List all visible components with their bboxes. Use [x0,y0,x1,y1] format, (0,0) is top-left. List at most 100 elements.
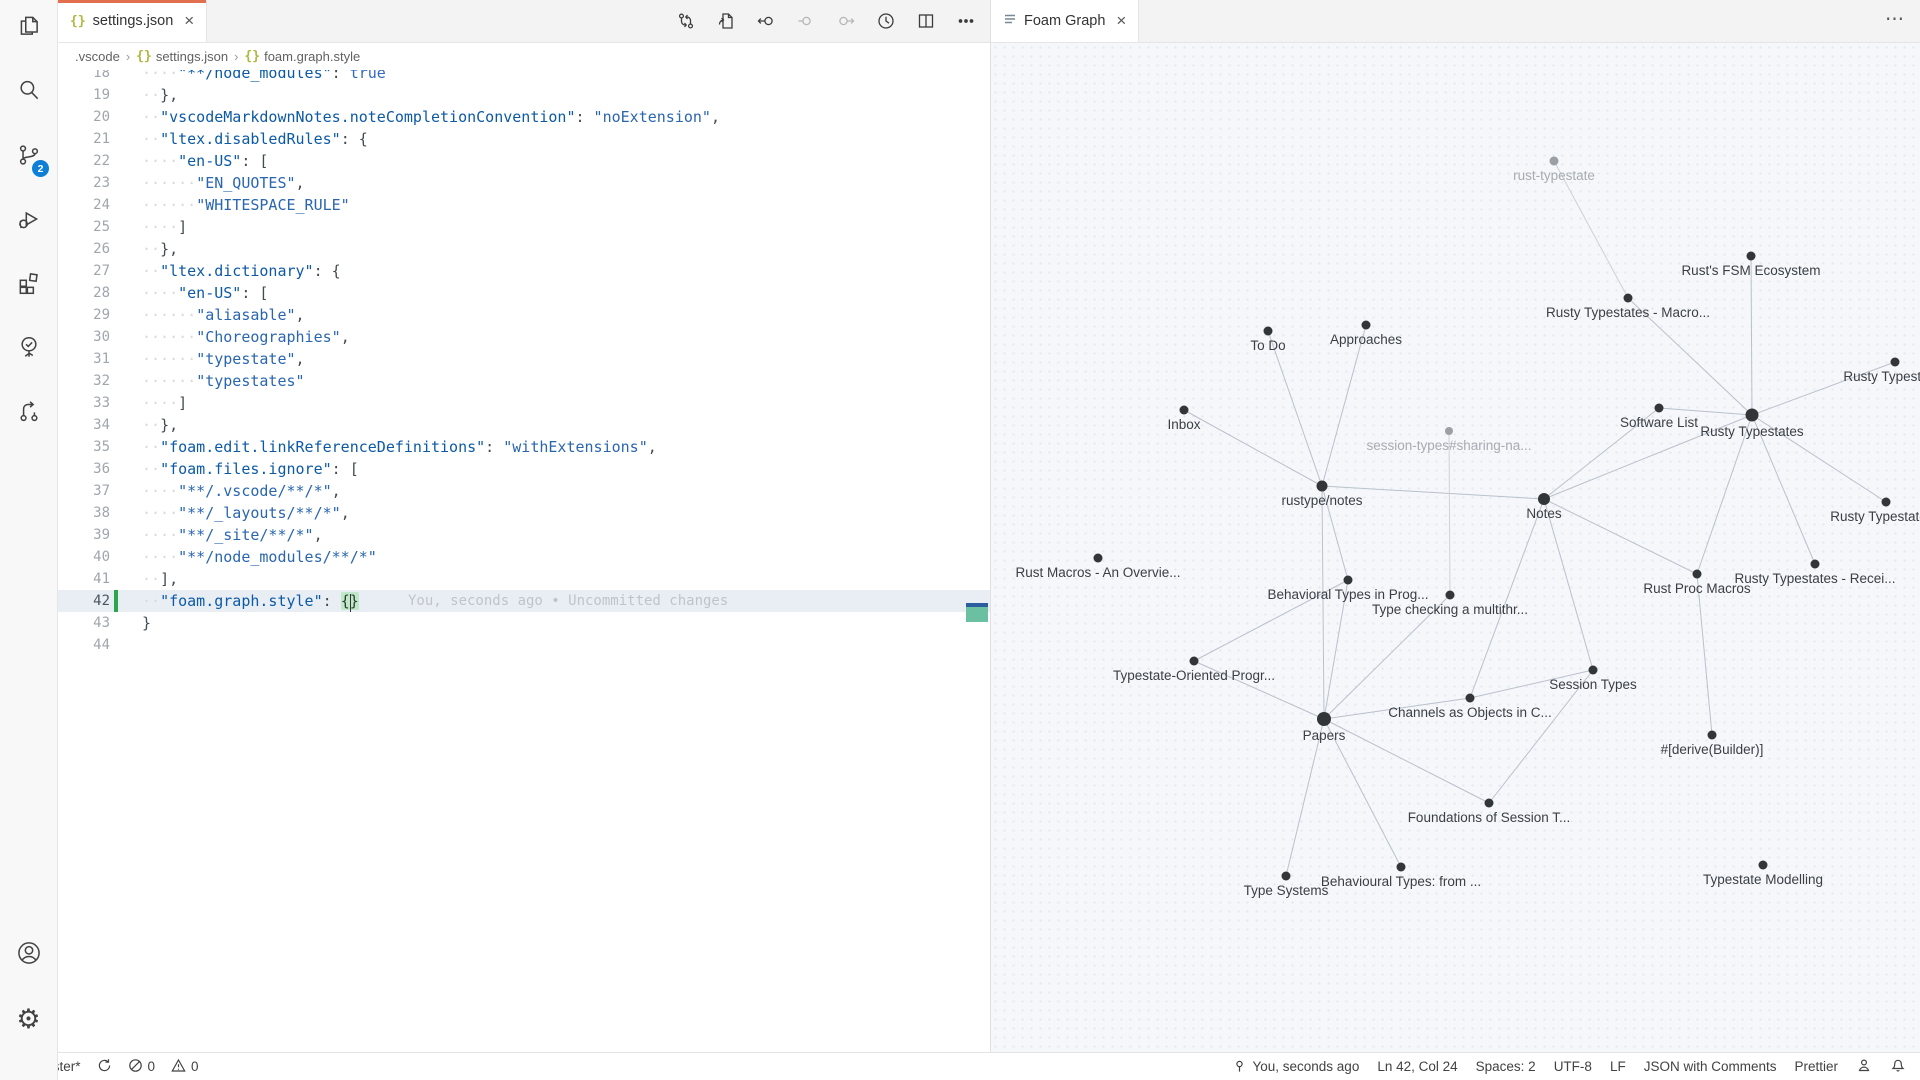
graph-node-hub[interactable] [1746,409,1759,422]
more-actions-button[interactable] [956,11,976,31]
activity-account-button[interactable] [0,929,57,981]
code-line[interactable]: 29······"aliasable", [58,304,990,326]
graph-node-tc[interactable] [1446,591,1455,600]
code-line[interactable]: 27··"ltex.dictionary": { [58,260,990,282]
status-problems-warnings[interactable]: 0 [171,1058,199,1076]
timeline-button[interactable] [876,11,896,31]
graph-node-rt[interactable] [1550,157,1559,166]
status-cursor-position[interactable]: Ln 42, Col 24 [1377,1059,1457,1074]
graph-node-appr[interactable] [1362,321,1371,330]
graph-node-tm[interactable] [1759,861,1768,870]
code-line[interactable]: 31······"typestate", [58,348,990,370]
code-line[interactable]: 38····"**/_layouts/**/*", [58,502,990,524]
activity-search-button[interactable] [0,66,57,118]
graph-node-rn[interactable] [1317,481,1328,492]
graph-canvas[interactable]: rust-typestateRust's FSM EcosystemRusty … [991,43,1920,1052]
graph-node-der[interactable] [1708,731,1717,740]
graph-node-fsm[interactable] [1747,252,1756,261]
graph-node-notes[interactable] [1538,493,1550,505]
open-changes-button[interactable] [676,11,696,31]
code-line[interactable]: 18····"**/node_modules": true [58,70,990,84]
status-blame-status[interactable]: You, seconds ago [1232,1058,1359,1076]
status-encoding[interactable]: UTF-8 [1554,1059,1592,1074]
graph-node-st[interactable] [1589,666,1598,675]
graph-node-inbox[interactable] [1180,406,1189,415]
breadcrumb-item[interactable]: {}foam.graph.style [244,49,360,64]
code-line[interactable]: 32······"typestates" [58,370,990,392]
line-number: 24 [58,194,110,216]
code-line[interactable]: 19··}, [58,84,990,106]
code-line[interactable]: 33····] [58,392,990,414]
code-line[interactable]: 28····"en-US": [ [58,282,990,304]
code-line[interactable]: 30······"Choreographies", [58,326,990,348]
close-icon[interactable]: × [1116,11,1126,31]
previous-change-button[interactable] [756,11,776,31]
graph-node-ts[interactable] [1282,872,1291,881]
code-line[interactable]: 34··}, [58,414,990,436]
code-line[interactable]: 22····"en-US": [ [58,150,990,172]
code-text: ··"ltex.dictionary": { [142,260,341,282]
tab-settings-json[interactable]: {} settings.json × [58,0,207,42]
graph-node-rpm[interactable] [1693,570,1702,579]
status-notifications[interactable] [1890,1057,1906,1076]
graph-node-rtr[interactable] [1891,358,1900,367]
code-line[interactable]: 21··"ltex.disabledRules": { [58,128,990,150]
code-line[interactable]: 26··}, [58,238,990,260]
activity-source-control-button[interactable]: 2 [0,131,57,183]
code-line[interactable]: 24······"WHITESPACE_RULE" [58,194,990,216]
activity-testing-button[interactable] [0,323,57,375]
status-feedback[interactable] [1856,1057,1872,1076]
code-line[interactable]: 25····] [58,216,990,238]
open-preview-button[interactable] [716,11,736,31]
graph-node-ch[interactable] [1466,694,1475,703]
code-line[interactable]: 43} [58,612,990,634]
json-icon: {} [244,49,260,64]
activity-explorer-button[interactable] [0,2,57,54]
graph-node-soft[interactable] [1655,404,1664,413]
status-problems-errors[interactable]: 0 [128,1058,156,1076]
line-number: 26 [58,238,110,260]
status-indentation[interactable]: Spaces: 2 [1476,1059,1536,1074]
code-line[interactable]: 39····"**/_site/**/*", [58,524,990,546]
activity-git-graph-button[interactable] [0,387,57,439]
code-line[interactable]: 42··"foam.graph.style": {}You, seconds a… [58,590,990,612]
activity-run-debug-button[interactable] [0,195,57,247]
status-language-mode[interactable]: JSON with Comments [1644,1059,1777,1074]
graph-node-top[interactable] [1190,657,1199,666]
activity-extensions-button[interactable] [0,259,57,311]
graph-node-rtm[interactable] [1624,294,1633,303]
code-line[interactable]: 36··"foam.files.ignore": [ [58,458,990,480]
line-number: 43 [58,612,110,634]
graph-node-papers[interactable] [1317,712,1331,726]
graph-node-rtrec[interactable] [1811,560,1820,569]
breadcrumb-item[interactable]: {}settings.json [136,49,228,64]
status-sync-button[interactable] [97,1058,112,1076]
graph-node-btf[interactable] [1397,863,1406,872]
close-icon[interactable]: × [184,11,194,31]
code-line[interactable]: 40····"**/node_modules/**/*" [58,546,990,568]
code-line[interactable]: 23······"EN_QUOTES", [58,172,990,194]
more-actions-icon[interactable]: ⋯ [1885,8,1906,31]
status-formatter[interactable]: Prettier [1794,1059,1838,1074]
code-line[interactable]: 44 [58,634,990,656]
tab-foam-graph[interactable]: Foam Graph × [991,0,1139,42]
status-eol[interactable]: LF [1610,1059,1626,1074]
split-editor-button[interactable] [916,11,936,31]
code-line[interactable]: 20··"vscodeMarkdownNotes.noteCompletionC… [58,106,990,128]
code-line[interactable]: 41··], [58,568,990,590]
graph-node-found[interactable] [1485,799,1494,808]
graph-node-rtc[interactable] [1882,498,1891,507]
code-line[interactable]: 37····"**/.vscode/**/*", [58,480,990,502]
graph-node-btp[interactable] [1344,576,1353,585]
graph-node-todo[interactable] [1264,327,1273,336]
tree-check-icon [16,334,42,365]
code-editor[interactable]: 18····"**/node_modules": true19··},20··"… [58,70,990,1052]
graph-node-sess[interactable] [1445,427,1453,435]
breadcrumb-item[interactable]: .vscode [75,49,120,64]
code-line[interactable]: 35··"foam.edit.linkReferenceDefinitions"… [58,436,990,458]
graph-node-rm[interactable] [1094,554,1103,563]
graph-edge [1268,331,1322,486]
graph-node-label: #[derive(Builder)] [1661,742,1764,757]
line-number: 33 [58,392,110,414]
activity-settings-button[interactable]: ⚙ [0,993,57,1045]
